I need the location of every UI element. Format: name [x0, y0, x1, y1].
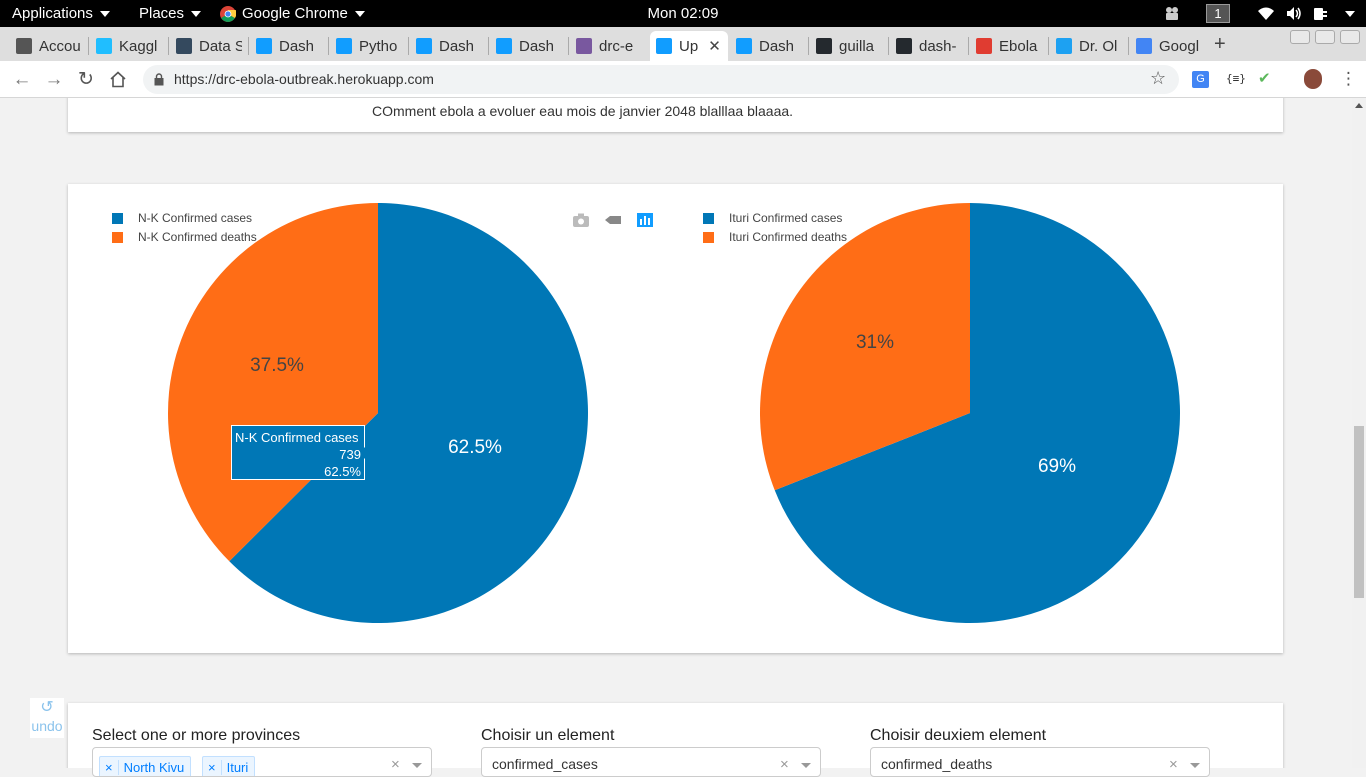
element2-value: confirmed_deaths: [881, 756, 993, 772]
legend-label: N-K Confirmed cases: [138, 211, 253, 225]
chevron-down-icon[interactable]: [412, 763, 422, 768]
undo-arrow-icon: ↺: [40, 699, 54, 716]
element2-label: Choisir deuxiem element: [870, 727, 1047, 744]
undo-button[interactable]: ↺ undo: [30, 698, 64, 738]
pie-percent-label: 31%: [856, 332, 894, 353]
legend-swatch: [112, 212, 123, 224]
element1-label: Choisir un element: [481, 727, 615, 744]
pie-percent-label: 37.5%: [250, 355, 304, 376]
undo-label: undo: [31, 718, 63, 734]
tooltip-arrow: [364, 447, 370, 459]
tooltip-title: N-K Confirmed cases: [235, 430, 359, 445]
legend-swatch: [703, 212, 714, 224]
legend-item-ituri-cases[interactable]: Ituri Confirmed cases: [703, 211, 842, 225]
legend-item-nk-cases[interactable]: N-K Confirmed cases: [112, 211, 252, 225]
tooltip-percent: 62.5%: [324, 464, 361, 479]
chevron-down-icon[interactable]: [1190, 763, 1200, 768]
scrollbar-thumb[interactable]: [1354, 426, 1364, 598]
chevron-down-icon[interactable]: [801, 763, 811, 768]
hover-tooltip: N-K Confirmed cases 739 62.5%: [231, 425, 365, 480]
chip-north-kivu[interactable]: × North Kivu: [99, 756, 192, 776]
legend-swatch: [703, 231, 714, 243]
chip-remove-icon[interactable]: ×: [203, 759, 222, 775]
clear-icon[interactable]: ×: [391, 756, 400, 773]
scroll-up-icon[interactable]: [1355, 103, 1363, 108]
camera-icon[interactable]: [573, 213, 589, 227]
legend-label: N-K Confirmed deaths: [138, 230, 257, 244]
legend-item-ituri-deaths[interactable]: Ituri Confirmed deaths: [703, 230, 847, 244]
element1-select[interactable]: confirmed_cases ×: [481, 747, 821, 777]
pie-charts: 62.5% 37.5% 69% 31%: [167, 203, 1180, 623]
clear-icon[interactable]: ×: [1169, 756, 1178, 773]
clear-icon[interactable]: ×: [780, 756, 789, 773]
legend-label: Ituri Confirmed deaths: [729, 230, 848, 244]
legend-item-nk-deaths[interactable]: N-K Confirmed deaths: [112, 230, 257, 244]
chip-remove-icon[interactable]: ×: [100, 759, 119, 775]
legend-label: Ituri Confirmed cases: [729, 211, 843, 225]
reset-axes-icon[interactable]: [605, 213, 621, 227]
element1-value: confirmed_cases: [492, 756, 598, 772]
chip-label: North Kivu: [123, 759, 185, 775]
chip-ituri[interactable]: × Ituri: [202, 756, 256, 776]
pie-percent-label: 69%: [1038, 456, 1076, 477]
page-scrollbar[interactable]: [1352, 98, 1366, 768]
legend-swatch: [112, 231, 123, 243]
provinces-label: Select one or more provinces: [92, 727, 301, 744]
pie-percent-label: 62.5%: [448, 437, 502, 458]
plotly-logo-icon[interactable]: [637, 213, 653, 227]
tooltip-value: 739: [339, 447, 361, 462]
provinces-multiselect[interactable]: × North Kivu × Ituri ×: [92, 747, 432, 777]
element2-select[interactable]: confirmed_deaths ×: [870, 747, 1210, 777]
chip-label: Ituri: [226, 759, 249, 775]
